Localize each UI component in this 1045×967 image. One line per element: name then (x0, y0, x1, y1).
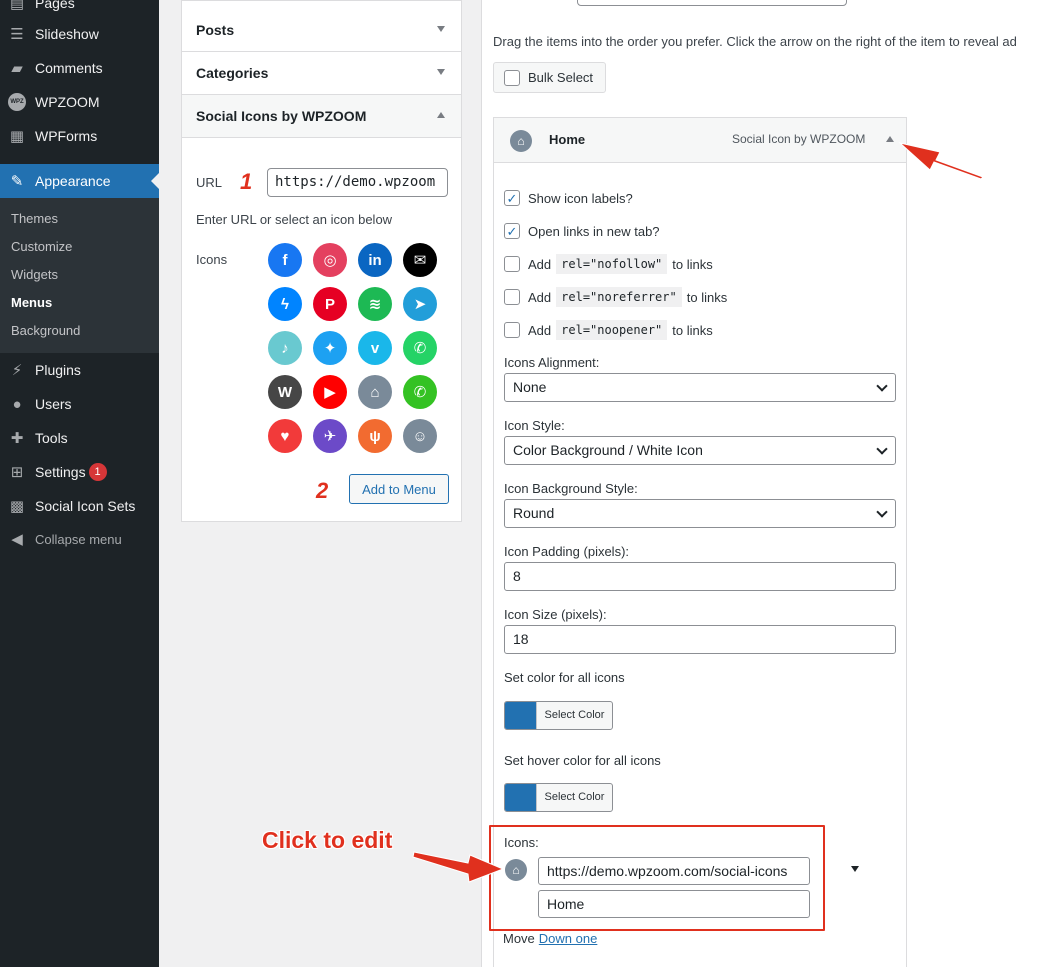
arrow-to-toggle (898, 142, 984, 180)
arrow-to-home-icon (412, 851, 505, 883)
annotation-arrows (412, 142, 984, 883)
